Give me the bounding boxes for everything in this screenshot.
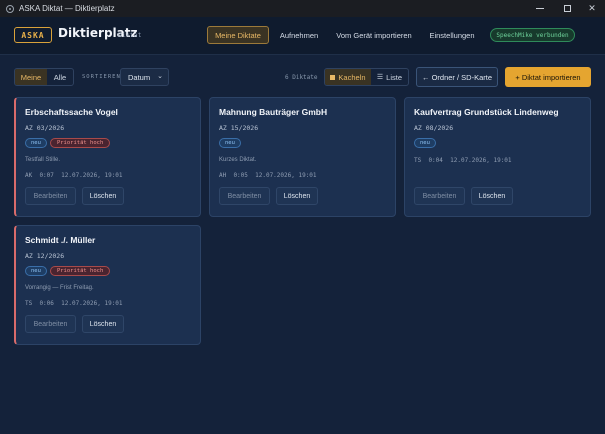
filter-alle[interactable]: Alle: [47, 69, 73, 85]
delete-button[interactable]: Löschen: [82, 187, 124, 205]
window-title: ASKA Diktat — Diktierplatz: [19, 4, 115, 13]
card-note: Testfall Stille.: [25, 157, 61, 163]
dictation-count: 6 Diktate: [285, 74, 318, 81]
close-icon[interactable]: ✕: [580, 0, 604, 17]
status-badge: SpeechMike verbunden: [490, 28, 575, 42]
card-title: Kaufvertrag Grundstück Lindenweg: [414, 107, 559, 117]
import-dictation-button[interactable]: + Diktat importieren: [505, 67, 591, 87]
logo: ASKA: [14, 27, 52, 43]
view-toggle: Kacheln ☰ Liste: [324, 68, 409, 86]
card-meta: TS 0:04 12.07.2026, 19:01: [414, 157, 512, 164]
nav-einstellungen[interactable]: Einstellungen: [425, 26, 479, 44]
nav-meine-diktate[interactable]: Meine Diktate: [207, 26, 269, 44]
edit-button[interactable]: Bearbeiten: [219, 187, 270, 205]
dictation-card[interactable]: Schmidt ./. Müller AZ 12/2026 neu Priori…: [14, 225, 201, 345]
card-badges: neu Priorität hoch: [25, 266, 111, 276]
card-note: Kurzes Diktat.: [219, 157, 257, 163]
edit-button[interactable]: Bearbeiten: [414, 187, 465, 205]
nav-aufnehmen[interactable]: Aufnehmen: [276, 26, 322, 44]
delete-button[interactable]: Löschen: [276, 187, 318, 205]
view-liste[interactable]: ☰ Liste: [371, 69, 408, 85]
view-kacheln[interactable]: Kacheln: [325, 69, 371, 85]
badge-new: neu: [219, 138, 241, 148]
card-meta: AK 0:07 12.07.2026, 19:01: [25, 172, 123, 179]
card-title: Erbschaftssache Vogel: [25, 107, 118, 117]
app-subtitle: Diktat: [118, 31, 142, 39]
card-case-number: AZ 12/2026: [25, 252, 65, 260]
filter-meine[interactable]: Meine: [15, 69, 47, 85]
sort-label: SORTIEREN: [82, 74, 121, 80]
card-case-number: AZ 15/2026: [219, 124, 259, 132]
card-badges: neu: [219, 138, 241, 148]
nav-vom-geraet-importieren[interactable]: Vom Gerät importieren: [333, 26, 415, 44]
grid-icon: [330, 74, 336, 80]
badge-priority: Priorität hoch: [49, 266, 111, 276]
view-kacheln-label: Kacheln: [338, 72, 366, 82]
card-badges: neu Priorität hoch: [25, 138, 111, 148]
maximize-icon[interactable]: [555, 0, 579, 17]
dictation-card[interactable]: Mahnung Bauträger GmbH AZ 15/2026 neu Ku…: [209, 97, 396, 217]
card-meta: AH 0:05 12.07.2026, 19:01: [219, 172, 317, 179]
edit-button[interactable]: Bearbeiten: [25, 315, 76, 333]
delete-button[interactable]: Löschen: [82, 315, 124, 333]
badge-new: neu: [25, 266, 47, 276]
sort-select[interactable]: Datum ⌄: [120, 68, 169, 86]
chevron-down-icon: ⌄: [157, 73, 163, 80]
folder-sd-button[interactable]: ← Ordner / SD-Karte: [416, 67, 498, 87]
list-icon: ☰: [376, 74, 384, 81]
delete-button[interactable]: Löschen: [471, 187, 513, 205]
minimize-icon[interactable]: [528, 0, 552, 17]
app-icon: [6, 4, 14, 13]
card-meta: TS 0:06 12.07.2026, 19:01: [25, 300, 123, 307]
card-title: Mahnung Bauträger GmbH: [219, 107, 328, 117]
filter-toggle: Meine Alle: [14, 68, 74, 86]
badge-new: neu: [414, 138, 436, 148]
edit-button[interactable]: Bearbeiten: [25, 187, 76, 205]
card-case-number: AZ 08/2026: [414, 124, 454, 132]
card-badges: neu: [414, 138, 436, 148]
view-liste-label: Liste: [386, 72, 402, 82]
app-header: ASKA Diktierplatz Diktat Meine Diktate A…: [0, 17, 605, 55]
badge-new: neu: [25, 138, 47, 148]
card-case-number: AZ 03/2026: [25, 124, 65, 132]
sort-value: Datum: [128, 72, 151, 82]
dictation-card[interactable]: Erbschaftssache Vogel AZ 03/2026 neu Pri…: [14, 97, 201, 217]
window-titlebar: ASKA Diktat — Diktierplatz: [0, 0, 605, 17]
card-title: Schmidt ./. Müller: [25, 235, 96, 245]
card-note: Vorrangig — Frist Freitag.: [25, 285, 94, 291]
dictation-card[interactable]: Kaufvertrag Grundstück Lindenweg AZ 08/2…: [404, 97, 591, 217]
badge-priority: Priorität hoch: [49, 138, 111, 148]
